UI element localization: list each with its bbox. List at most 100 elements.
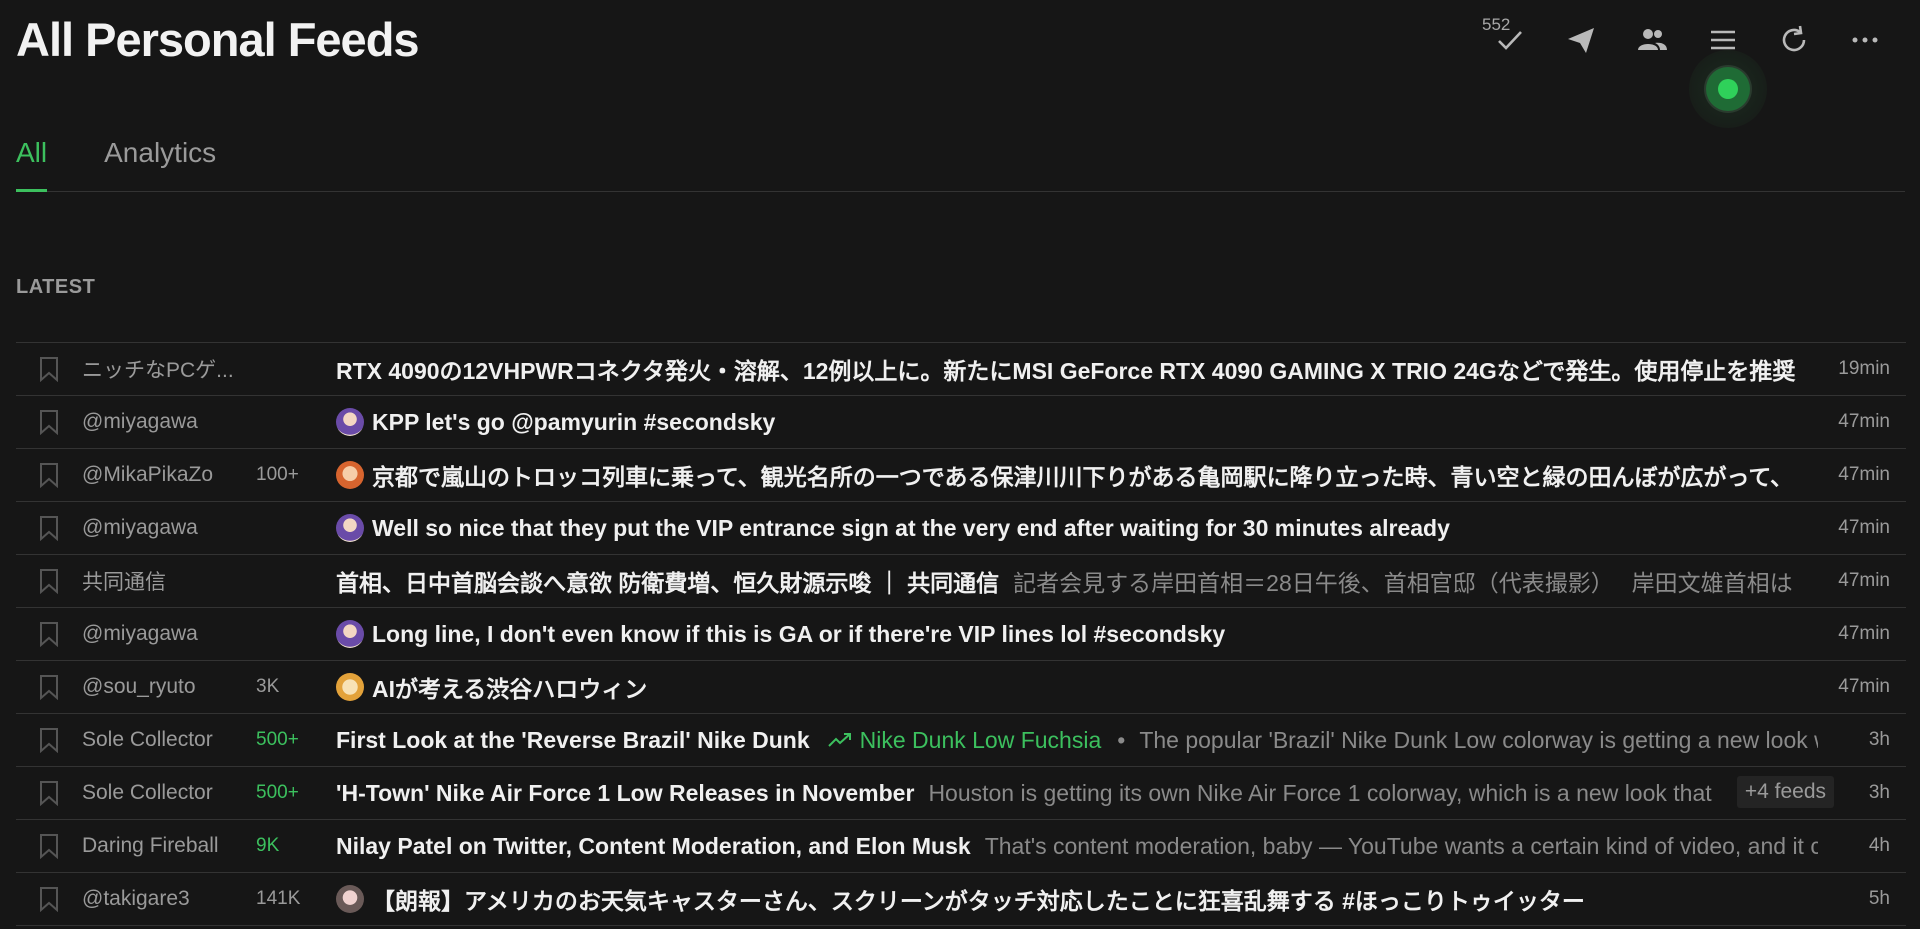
bookmark-button[interactable] — [16, 714, 82, 766]
trending-topic-label: Nike Dunk Low Fuchsia — [859, 726, 1102, 753]
refresh-button[interactable] — [1758, 14, 1829, 66]
feed-source[interactable]: @takigare3 — [82, 887, 256, 911]
bookmark-icon — [40, 410, 58, 435]
more-options-button[interactable] — [1829, 14, 1900, 66]
bookmark-icon — [40, 781, 58, 806]
bookmark-button[interactable] — [16, 767, 82, 819]
feed-content[interactable]: Well so nice that they put the VIP entra… — [336, 514, 1818, 542]
bookmark-icon — [40, 516, 58, 541]
feed-source[interactable]: Sole Collector — [82, 728, 256, 752]
feed-snippet: The popular 'Brazil' Nike Dunk Low color… — [1139, 726, 1818, 753]
feed-source[interactable]: Sole Collector — [82, 781, 256, 805]
avatar — [336, 673, 364, 701]
feed-content[interactable]: KPP let's go @pamyurin #secondsky — [336, 408, 1818, 436]
feed-content[interactable]: 【朗報】アメリカのお天気キャスターさん、スクリーンがタッチ対応したことに狂喜乱舞… — [336, 882, 1818, 916]
tab-all[interactable]: All — [16, 128, 48, 192]
feed-content[interactable]: Long line, I don't even know if this is … — [336, 620, 1818, 648]
feed-title[interactable]: Nilay Patel on Twitter, Content Moderati… — [336, 833, 971, 860]
feed-title[interactable]: KPP let's go @pamyurin #secondsky — [372, 409, 775, 436]
feed-row[interactable]: @takigare3 141K 【朗報】アメリカのお天気キャスターさん、スクリーンが… — [16, 873, 1906, 926]
feed-time: 19min — [1838, 358, 1890, 379]
feed-source[interactable]: Daring Fireball — [82, 834, 256, 858]
bookmark-button[interactable] — [16, 820, 82, 872]
feed-title[interactable]: 'H-Town' Nike Air Force 1 Low Releases i… — [336, 780, 914, 807]
feed-source[interactable]: @sou_ryuto — [82, 675, 256, 699]
feed-time: 3h — [1868, 729, 1890, 750]
trending-icon — [827, 733, 851, 747]
feed-time: 47min — [1838, 517, 1890, 538]
feed-time: 47min — [1838, 411, 1890, 432]
bookmark-button[interactable] — [16, 608, 82, 660]
feed-time: 47min — [1838, 676, 1890, 697]
feed-row[interactable]: 共同通信 首相、日中首脳会談へ意欲 防衛費増、恒久財源示唆 ｜ 共同通信 記者会見す… — [16, 555, 1906, 608]
avatar — [336, 620, 364, 648]
more-icon — [1852, 37, 1877, 43]
feed-content[interactable]: RTX 4090の12VHPWRコネクタ発火・溶解、12例以上に。新たにMSI … — [336, 352, 1818, 386]
feed-source[interactable]: 共同通信 — [82, 566, 256, 596]
mark-all-read-button[interactable]: 552 — [1474, 14, 1545, 66]
bookmark-button[interactable] — [16, 502, 82, 554]
feed-time: 47min — [1838, 623, 1890, 644]
feed-list: ニッチなPCゲ... RTX 4090の12VHPWRコネクタ発火・溶解、12例以… — [16, 342, 1906, 926]
bookmark-icon — [40, 463, 58, 488]
feed-content[interactable]: Nilay Patel on Twitter, Content Moderati… — [336, 833, 1818, 860]
engagement-count: 3K — [256, 676, 280, 697]
feed-source[interactable]: @miyagawa — [82, 622, 256, 646]
extra-feeds-badge[interactable]: +4 feeds — [1736, 776, 1834, 808]
feed-source[interactable]: @MikaPikaZo — [82, 463, 256, 487]
feed-title[interactable]: First Look at the 'Reverse Brazil' Nike … — [336, 727, 810, 754]
feed-snippet: Houston is getting its own Nike Air Forc… — [928, 779, 1712, 806]
bookmark-icon — [40, 622, 58, 647]
bookmark-button[interactable] — [16, 449, 82, 501]
bookmark-icon — [40, 887, 58, 912]
feed-row[interactable]: @MikaPikaZo 100+ 京都で嵐山のトロッコ列車に乗って、観光名所の一つで… — [16, 449, 1906, 502]
feed-row[interactable]: @sou_ryuto 3K AIが考える渋谷ハロウィン 47min — [16, 661, 1906, 714]
avatar — [336, 885, 364, 913]
feed-content[interactable]: First Look at the 'Reverse Brazil' Nike … — [336, 727, 1818, 754]
feed-source[interactable]: ニッチなPCゲ... — [82, 354, 256, 384]
feed-row[interactable]: @miyagawa Well so nice that they put the … — [16, 502, 1906, 555]
feed-row[interactable]: Sole Collector 500+ First Look at the 'Rev… — [16, 714, 1906, 767]
engagement-count: 100+ — [256, 464, 299, 485]
tab-analytics[interactable]: Analytics — [104, 128, 216, 191]
engagement-count: 9K — [256, 835, 280, 856]
feed-row[interactable]: @miyagawa KPP let's go @pamyurin #seconds… — [16, 396, 1906, 449]
share-button[interactable] — [1545, 14, 1616, 66]
team-button[interactable] — [1616, 14, 1687, 66]
feed-content[interactable]: 'H-Town' Nike Air Force 1 Low Releases i… — [336, 780, 1818, 807]
people-icon — [1637, 29, 1667, 50]
feed-title[interactable]: RTX 4090の12VHPWRコネクタ発火・溶解、12例以上に。新たにMSI … — [336, 352, 1795, 386]
feed-title[interactable]: 【朗報】アメリカのお天気キャスターさん、スクリーンがタッチ対応したことに狂喜乱舞… — [372, 882, 1585, 916]
feed-row[interactable]: Sole Collector 500+ 'H-Town' Nike Air Forc… — [16, 767, 1906, 820]
feed-title[interactable]: Long line, I don't even know if this is … — [372, 621, 1225, 648]
feed-title[interactable]: AIが考える渋谷ハロウィン — [372, 670, 647, 704]
feed-time: 47min — [1838, 464, 1890, 485]
feed-content[interactable]: 京都で嵐山のトロッコ列車に乗って、観光名所の一つである保津川川下りがある亀岡駅に… — [336, 458, 1818, 492]
feed-source[interactable]: @miyagawa — [82, 516, 256, 540]
bookmark-button[interactable] — [16, 661, 82, 713]
bookmark-button[interactable] — [16, 343, 82, 395]
status-indicator[interactable] — [1689, 50, 1767, 128]
unread-count-badge: 552 — [1482, 15, 1511, 34]
feed-content[interactable]: 首相、日中首脳会談へ意欲 防衛費増、恒久財源示唆 ｜ 共同通信 記者会見する岸田首… — [336, 564, 1818, 598]
feed-snippet: 記者会見する岸田首相＝28日午後、首相官邸（代表撮影） 岸田文雄首相は — [1013, 570, 1793, 596]
feed-title[interactable]: Well so nice that they put the VIP entra… — [372, 515, 1450, 542]
bookmark-button[interactable] — [16, 873, 82, 925]
feed-row[interactable]: Daring Fireball 9K Nilay Patel on Twitter,… — [16, 820, 1906, 873]
avatar — [336, 461, 364, 489]
feed-row[interactable]: @miyagawa Long line, I don't even know if… — [16, 608, 1906, 661]
feed-snippet: That's content moderation, baby — YouTub… — [984, 832, 1818, 859]
feed-title[interactable]: 京都で嵐山のトロッコ列車に乗って、観光名所の一つである保津川川下りがある亀岡駅に… — [372, 458, 1793, 492]
feed-row[interactable]: ニッチなPCゲ... RTX 4090の12VHPWRコネクタ発火・溶解、12例以… — [16, 343, 1906, 396]
bookmark-icon — [40, 357, 58, 382]
bookmark-button[interactable] — [16, 555, 82, 607]
trending-topic[interactable]: Nike Dunk Low Fuchsia — [827, 726, 1102, 754]
avatar — [336, 514, 364, 542]
status-dot-icon — [1718, 79, 1738, 99]
feed-content[interactable]: AIが考える渋谷ハロウィン — [336, 670, 1818, 704]
avatar — [336, 408, 364, 436]
bookmark-icon — [40, 834, 58, 859]
bookmark-button[interactable] — [16, 396, 82, 448]
feed-source[interactable]: @miyagawa — [82, 410, 256, 434]
feed-title[interactable]: 首相、日中首脳会談へ意欲 防衛費増、恒久財源示唆 ｜ 共同通信 — [336, 564, 999, 598]
